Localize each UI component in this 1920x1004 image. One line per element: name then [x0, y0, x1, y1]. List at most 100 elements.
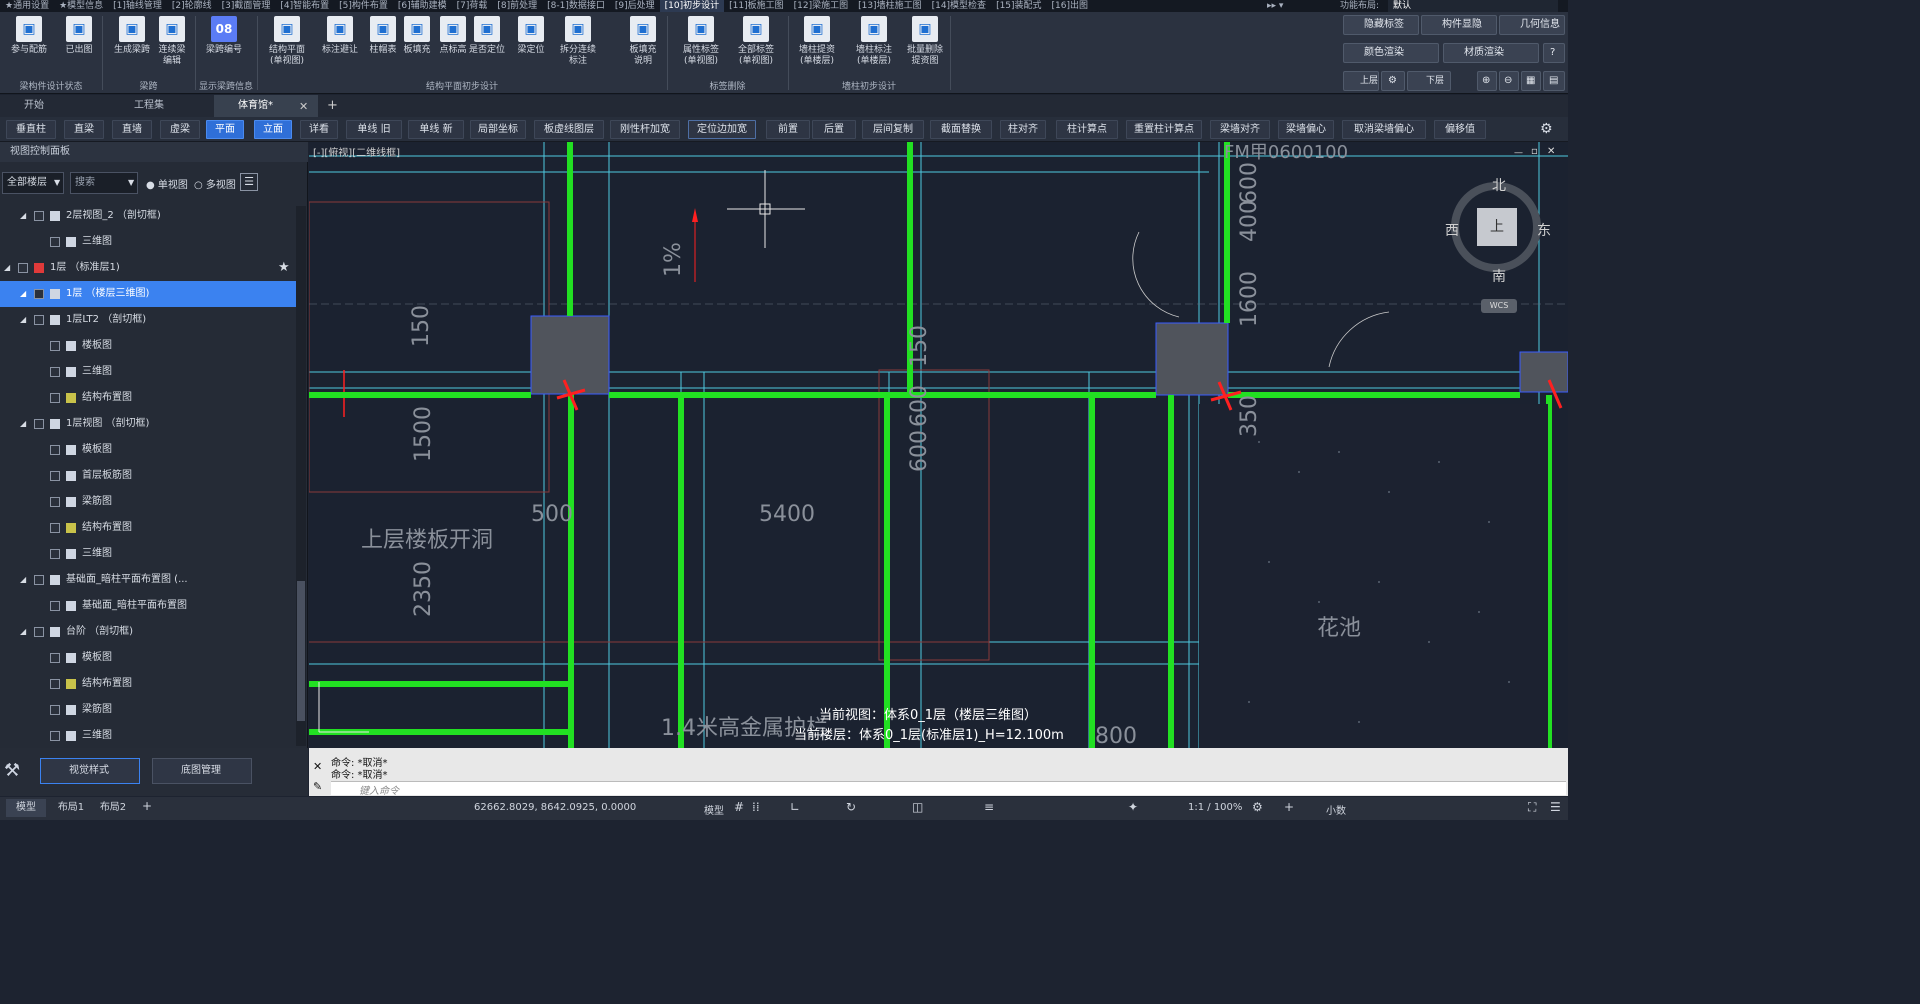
tree-item[interactable]: 结构布置图	[0, 515, 296, 541]
menu-item[interactable]: [5]构件布置	[334, 0, 393, 12]
gear-icon[interactable]: ⚙	[1381, 71, 1405, 91]
toolbar-button[interactable]: 刚性杆加宽	[610, 120, 680, 139]
tree-item[interactable]: 三维图	[0, 541, 296, 567]
help-icon[interactable]: ?	[1543, 43, 1565, 63]
tree-checkbox[interactable]	[50, 653, 60, 663]
decimal-select[interactable]: 小数	[1326, 802, 1380, 817]
tree-item[interactable]: 楼板图	[0, 333, 296, 359]
ribbon-button-avoid[interactable]: ▣ 标注避让	[319, 16, 361, 56]
toolbar-button[interactable]: 梁墙偏心	[1278, 120, 1334, 139]
tree-checkbox[interactable]	[50, 705, 60, 715]
model-space-button[interactable]: 模型	[704, 802, 724, 817]
visual-style-button[interactable]: 视觉样式	[40, 758, 140, 784]
ribbon-button-beam-locate[interactable]: ▣ 梁定位	[510, 16, 552, 56]
menu-item[interactable]: [6]辅助建模	[393, 0, 452, 12]
toolbar-button[interactable]: 立面	[254, 120, 292, 139]
toolbar-button[interactable]: 直墙	[112, 120, 152, 139]
tree-checkbox[interactable]	[34, 315, 44, 325]
ribbon-button-all-tag[interactable]: ▣ 全部标签 (单视图)	[735, 16, 777, 67]
wcs-button[interactable]: WCS	[1481, 299, 1517, 313]
tree-checkbox[interactable]	[34, 419, 44, 429]
tree-checkbox[interactable]	[50, 601, 60, 611]
ortho-icon[interactable]: ∟	[790, 800, 800, 814]
view-label[interactable]: [-][俯视][二维线框]	[313, 144, 400, 159]
tree-item[interactable]: 梁筋图	[0, 489, 296, 515]
close-tab-icon[interactable]: ✕	[299, 100, 308, 113]
toolbar-button[interactable]: 虚梁	[160, 120, 200, 139]
tree-item[interactable]: ◢ 1层 （标准层1) ★	[0, 255, 296, 281]
toolbar-button[interactable]: 取消梁墙偏心	[1342, 120, 1426, 139]
add-tab-icon[interactable]: +	[327, 98, 338, 113]
ribbon-button-check[interactable]: ▣ 已出图	[58, 16, 100, 56]
tree-item[interactable]: ◢ 基础面_暗柱平面布置图 (...	[0, 567, 296, 593]
fullscreen-icon[interactable]: ⛶	[1528, 800, 1536, 815]
tree-item[interactable]: 基础面_暗柱平面布置图	[0, 593, 296, 619]
tree-checkbox[interactable]	[50, 523, 60, 533]
toolbar-button[interactable]: 平面	[206, 120, 244, 139]
ribbon-button-number[interactable]: 08 梁跨编号	[203, 16, 245, 56]
close-icon[interactable]: ✕	[1547, 146, 1555, 157]
tree-checkbox[interactable]	[18, 263, 28, 273]
cmd-wrench-icon[interactable]: ✎	[313, 780, 322, 793]
add-layout-icon[interactable]: +	[142, 799, 152, 813]
restore-icon[interactable]: ▫	[1531, 146, 1538, 157]
single-view-radio[interactable]: ● 单视图	[146, 176, 188, 191]
view-cube-top[interactable]: 上	[1477, 208, 1517, 246]
menu-item[interactable]: ★模型信息	[54, 0, 108, 12]
menu-icon[interactable]: ☰	[240, 173, 258, 191]
scrollbar[interactable]	[296, 206, 306, 746]
minimize-icon[interactable]: —	[1514, 148, 1523, 158]
layout-tab-2[interactable]: 布局2	[96, 799, 130, 817]
tree-checkbox[interactable]	[50, 497, 60, 507]
ribbon-button-delete-tag[interactable]: ▣ 属性标签 (单视图)	[680, 16, 722, 67]
tree-checkbox[interactable]	[50, 731, 60, 741]
multi-view-radio[interactable]: ○ 多视图	[194, 176, 236, 191]
grid-icon[interactable]: #	[734, 800, 744, 814]
tree-item[interactable]: 结构布置图	[0, 671, 296, 697]
menu-item[interactable]: [10]初步设计	[659, 0, 725, 12]
toolbar-button[interactable]: 板虚线图层	[534, 120, 604, 139]
settings-icon[interactable]: ⚙	[1252, 800, 1263, 814]
toolbar-button[interactable]: 柱计算点	[1056, 120, 1118, 139]
expand-icon[interactable]: ◢	[20, 307, 26, 333]
ribbon-button-batch-delete[interactable]: ▣ 批量删除 提资图	[904, 16, 946, 67]
toolbar-button[interactable]: 垂直柱	[6, 120, 56, 139]
lineweight-icon[interactable]: ≡	[984, 800, 994, 814]
tree-item[interactable]: 结构布置图	[0, 385, 296, 411]
ribbon-button-locate[interactable]: ▣ 是否定位	[466, 16, 508, 56]
cmd-close-icon[interactable]: ✕	[313, 760, 322, 773]
tree-checkbox[interactable]	[34, 289, 44, 299]
menu-item[interactable]: [11]板施工图	[724, 0, 788, 12]
expand-icon[interactable]: ◢	[20, 281, 26, 307]
tree-item[interactable]: 梁筋图	[0, 697, 296, 723]
ribbon-button-split[interactable]: ▣ 拆分连续标注	[557, 16, 599, 67]
tree-item[interactable]: 三维图	[0, 359, 296, 385]
tree-item[interactable]: 模板图	[0, 437, 296, 463]
tree-item[interactable]: 模板图	[0, 645, 296, 671]
drawing-canvas[interactable]: [-][俯视][二维线框] 150 1500 2350 500 5400 600…	[309, 142, 1568, 748]
annotation-icon[interactable]: ✦	[1128, 800, 1138, 814]
star-icon[interactable]: ★	[278, 255, 290, 281]
toolbar-button[interactable]: 重置柱计算点	[1126, 120, 1202, 139]
tree-item[interactable]: ◢ 2层视图_2 （剖切框)	[0, 203, 296, 229]
snap-icon[interactable]: ⁞⁞	[752, 800, 760, 814]
toolbar-button[interactable]: 定位边加宽	[688, 120, 756, 139]
toolbar-button[interactable]: 局部坐标	[470, 120, 526, 139]
layout-tab-1[interactable]: 布局1	[54, 799, 88, 817]
geometry-info-button[interactable]: 几何信息	[1499, 15, 1565, 35]
tree-checkbox[interactable]	[34, 627, 44, 637]
layout-select[interactable]: 默认	[1388, 0, 1558, 12]
toolbar-button[interactable]: 偏移值	[1434, 120, 1486, 139]
tree-item[interactable]: ◢ 1层视图 （剖切框)	[0, 411, 296, 437]
scale-select[interactable]: 1:1 / 100%	[1188, 802, 1242, 813]
menu-item[interactable]: [16]出图	[1047, 0, 1093, 12]
menu-item[interactable]: ★通用设置	[0, 0, 54, 12]
polar-icon[interactable]: ↻	[846, 800, 856, 814]
material-render-dropdown[interactable]: 材质渲染	[1443, 43, 1539, 63]
menu-item[interactable]: [8-1]数据接口	[542, 0, 610, 12]
tree-checkbox[interactable]	[50, 445, 60, 455]
ribbon-button-edit[interactable]: ▣ 连续梁 编辑	[151, 16, 193, 67]
tree-item[interactable]: ◢ 1层LT2 （剖切框)	[0, 307, 296, 333]
expand-icon[interactable]: ◢	[20, 411, 26, 437]
toolbar-button[interactable]: 前置	[766, 120, 810, 139]
